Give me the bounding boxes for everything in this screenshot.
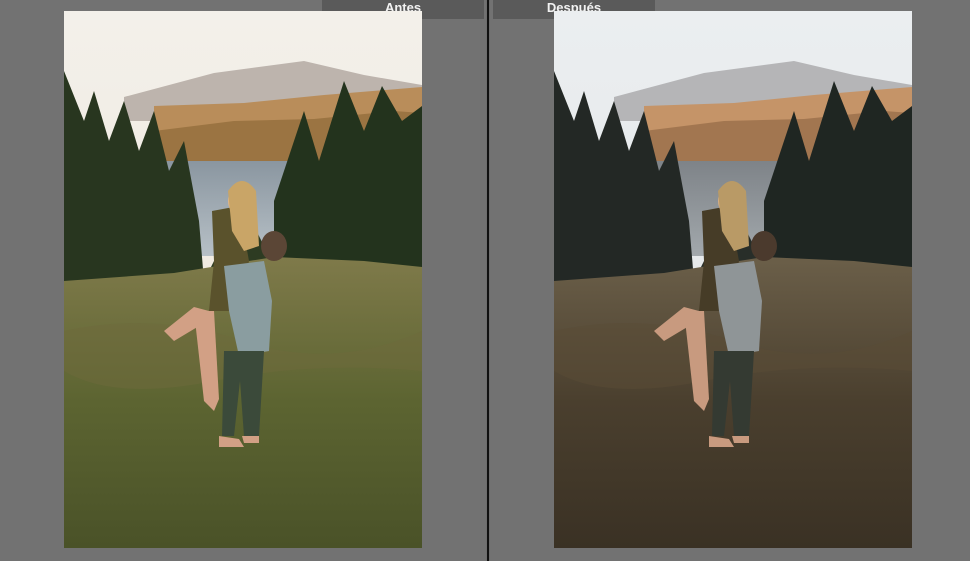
before-photo (64, 11, 422, 548)
before-pane: Antes (0, 0, 486, 561)
before-photo-image (64, 11, 422, 548)
after-photo (554, 11, 912, 548)
after-photo-image (554, 11, 912, 548)
divider-line (487, 0, 489, 561)
after-pane: Después (490, 0, 970, 561)
